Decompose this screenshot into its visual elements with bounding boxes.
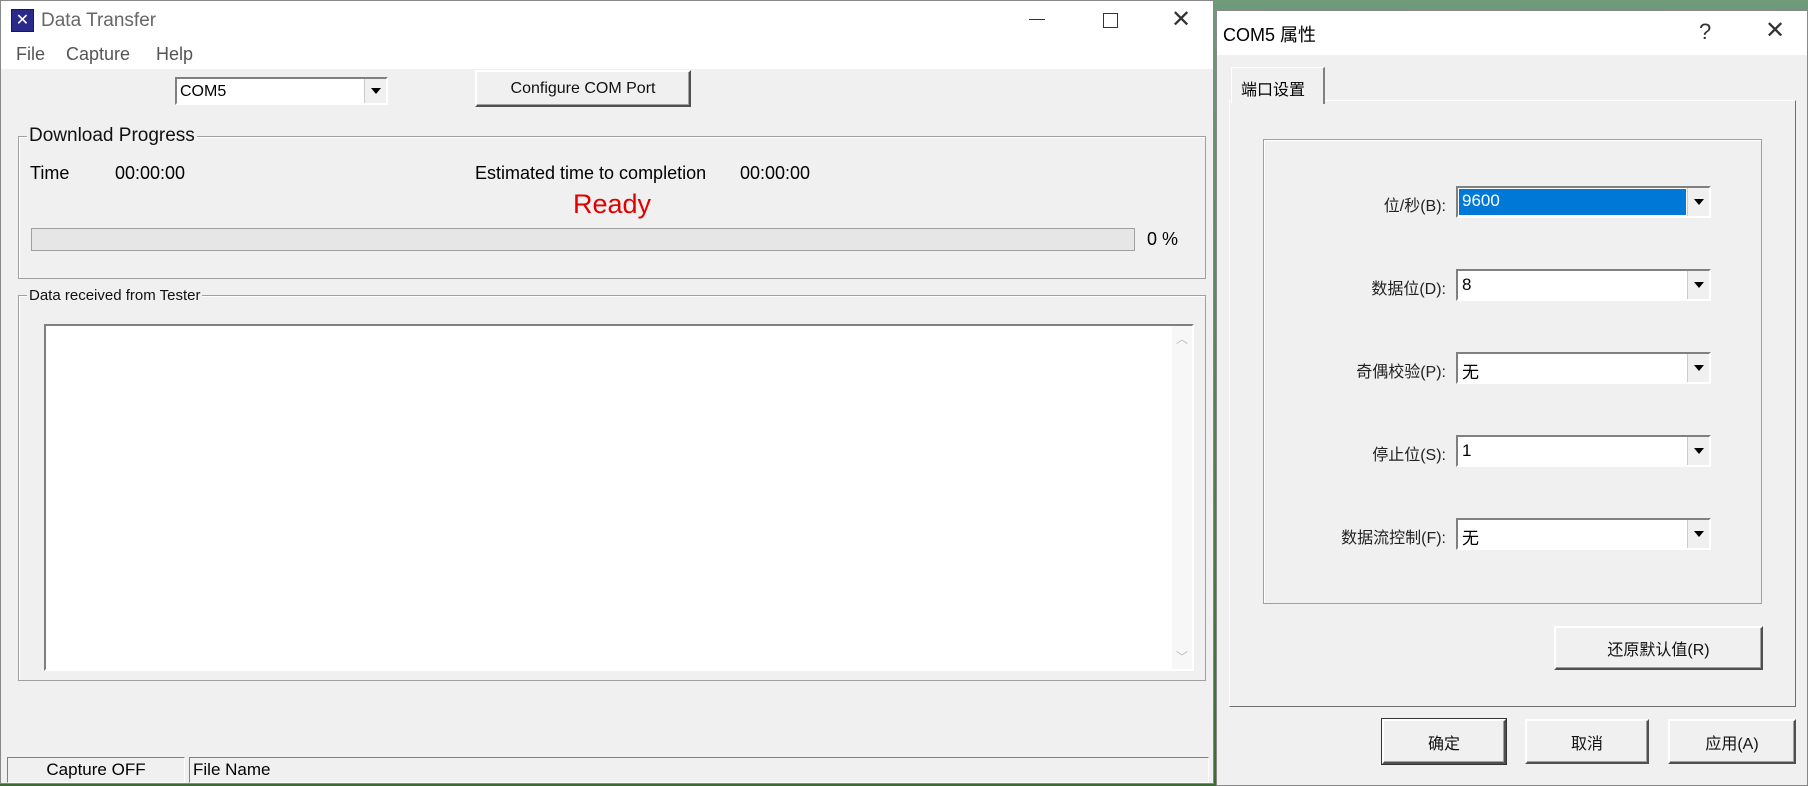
field-label: 奇偶校验(P): — [1356, 364, 1446, 381]
chevron-down-icon[interactable] — [1687, 188, 1709, 216]
cancel-button[interactable]: 取消 — [1525, 719, 1649, 764]
settings-group: 位/秒(B): 9600 数据位(D): 8 奇偶校验(P): 无停止位(S): 1 数据流控… — [1263, 139, 1762, 604]
dialog-title: COM5 属性 — [1223, 25, 1317, 45]
chevron-down-icon[interactable] — [1687, 520, 1709, 548]
configure-com-port-button[interactable]: Configure COM Port — [475, 70, 691, 107]
field-select[interactable]: 9600 — [1456, 186, 1711, 218]
progress-percent: 0 % — [1147, 229, 1179, 249]
menu-capture[interactable]: Capture — [66, 44, 130, 65]
progress-bar — [31, 228, 1135, 251]
app-icon: ✕ — [11, 9, 34, 32]
close-button[interactable]: ✕ — [1171, 5, 1191, 34]
eta-label: Estimated time to completion — [475, 163, 707, 183]
field-value: 9600 — [1459, 189, 1686, 215]
field-label: 位/秒(B): — [1383, 198, 1446, 215]
status-bar: Capture OFF File Name — [1, 757, 1213, 784]
com-properties-dialog: COM5 属性 ? ✕ 端口设置 位/秒(B): 9600 数据位(D): 8 奇偶校验… — [1216, 10, 1808, 786]
field-value: 无 — [1462, 363, 1479, 382]
tab-port-settings[interactable]: 端口设置 — [1231, 67, 1325, 104]
dialog-close-button[interactable]: ✕ — [1765, 16, 1785, 45]
chevron-down-icon[interactable] — [1687, 437, 1709, 465]
status-text: Ready — [573, 189, 652, 219]
menu-bar: File Capture Help — [1, 41, 1213, 69]
download-progress-group: Download Progress Time 00:00:00 Estimate… — [18, 125, 1206, 279]
field-value: 无 — [1462, 529, 1479, 548]
field-select[interactable]: 8 — [1456, 269, 1711, 301]
time-label: Time — [30, 163, 70, 183]
scroll-up-icon[interactable]: ︿ — [1176, 330, 1188, 347]
dialog-title-bar: COM5 属性 ? ✕ — [1217, 11, 1807, 55]
scroll-down-icon[interactable]: ﹀ — [1176, 648, 1188, 665]
time-value: 00:00:00 — [115, 163, 186, 183]
scrollbar[interactable]: ︿ ﹀ — [1172, 326, 1192, 669]
file-name-status: File Name — [189, 757, 1209, 783]
ok-button[interactable]: 确定 — [1381, 718, 1507, 765]
capture-status: Capture OFF — [7, 757, 185, 783]
field-value: 1 — [1462, 441, 1472, 460]
apply-button[interactable]: 应用(A) — [1668, 719, 1796, 764]
field-value: 8 — [1462, 275, 1472, 294]
menu-help[interactable]: Help — [156, 44, 193, 65]
field-select[interactable]: 1 — [1456, 435, 1711, 467]
maximize-button[interactable] — [1103, 13, 1118, 28]
menu-file[interactable]: File — [16, 44, 45, 65]
data-received-textarea[interactable]: ︿ ﹀ — [44, 324, 1194, 671]
window-title: Data Transfer — [41, 10, 157, 31]
eta-value: 00:00:00 — [740, 163, 811, 183]
help-button[interactable]: ? — [1699, 19, 1711, 45]
port-select[interactable]: COM5 — [175, 77, 388, 105]
tab-panel: 位/秒(B): 9600 数据位(D): 8 奇偶校验(P): 无停止位(S): 1 数据流控… — [1229, 100, 1796, 707]
chevron-down-icon[interactable] — [364, 79, 386, 103]
data-received-group: Data received from Tester ︿ ﹀ — [18, 287, 1206, 681]
field-label: 数据流控制(F): — [1341, 530, 1446, 547]
chevron-down-icon[interactable] — [1687, 354, 1709, 382]
field-label: 数据位(D): — [1371, 281, 1446, 298]
field-label: 停止位(S): — [1372, 447, 1446, 464]
chevron-down-icon[interactable] — [1687, 271, 1709, 299]
minimize-button[interactable] — [1029, 19, 1045, 20]
field-select[interactable]: 无 — [1456, 518, 1711, 550]
field-select[interactable]: 无 — [1456, 352, 1711, 384]
data-transfer-window: ✕ Data Transfer ✕ File Capture Help COM5… — [0, 0, 1214, 784]
restore-defaults-button[interactable]: 还原默认值(R) — [1554, 626, 1763, 670]
